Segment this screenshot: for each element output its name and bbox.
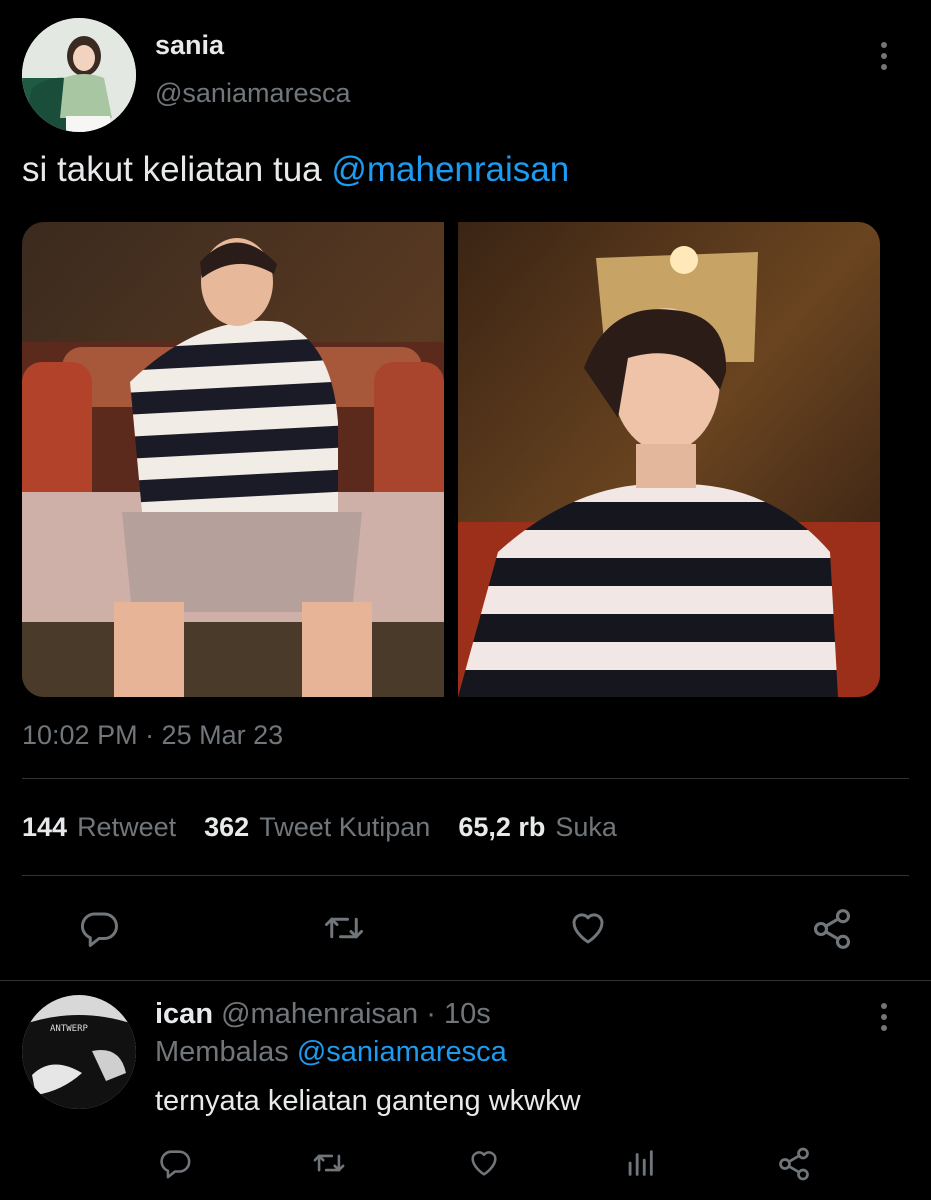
more-options-icon[interactable] — [869, 36, 899, 76]
reply-author-avatar[interactable]: ANTWERP — [22, 995, 136, 1109]
divider — [22, 778, 909, 779]
like-icon[interactable] — [566, 907, 610, 949]
tweet-media — [22, 222, 880, 697]
tweet-detail-page: sania @saniamaresca si takut keliatan tu… — [0, 0, 931, 1200]
stat-label: Retweet — [77, 812, 177, 842]
reply-header: ican @mahenraisan · 10s — [155, 998, 491, 1031]
reply-avatar-shirt-text: ANTWERP — [50, 1024, 89, 1034]
stat-count: 362 — [204, 812, 250, 842]
replying-prefix: Membalas — [155, 1036, 297, 1068]
tweet-timestamp[interactable]: 10:02 PM · 25 Mar 23 — [22, 720, 283, 751]
tweet-photo-1[interactable] — [22, 222, 444, 697]
author-handle[interactable]: @saniamaresca — [155, 78, 351, 109]
quote-tweet-count[interactable]: 362 Tweet Kutipan — [204, 812, 430, 843]
stat-count: 65,2 rb — [458, 812, 546, 842]
reply-icon[interactable] — [158, 1146, 192, 1180]
reply-author-handle[interactable]: @mahenraisan — [221, 998, 418, 1030]
author-name[interactable]: sania — [155, 30, 224, 61]
author-avatar[interactable] — [22, 18, 136, 132]
tweet-text: si takut keliatan tua @mahenraisan — [22, 150, 569, 190]
reply-author-name[interactable]: ican — [155, 998, 213, 1030]
share-icon[interactable] — [776, 1146, 812, 1182]
separator-dot: · — [418, 998, 444, 1030]
divider — [0, 980, 931, 981]
like-icon[interactable] — [466, 1146, 502, 1180]
reply-text: ternyata keliatan ganteng wkwkw — [155, 1085, 581, 1117]
reply-time[interactable]: 10s — [444, 998, 491, 1030]
like-count[interactable]: 65,2 rb Suka — [458, 812, 617, 843]
replying-to: Membalas @saniamaresca — [155, 1036, 507, 1069]
stat-label: Suka — [555, 812, 617, 842]
tweet-text-body: si takut keliatan tua — [22, 150, 332, 189]
divider — [22, 875, 909, 876]
tweet-photo-2[interactable] — [458, 222, 880, 697]
retweet-icon[interactable] — [311, 1146, 347, 1180]
tweet-mention-link[interactable]: @mahenraisan — [331, 150, 569, 189]
reply-icon[interactable] — [78, 907, 120, 949]
retweet-icon[interactable] — [322, 907, 366, 949]
tweet-stats: 144 Retweet 362 Tweet Kutipan 65,2 rb Suka — [22, 812, 617, 843]
share-icon[interactable] — [810, 907, 854, 951]
analytics-icon[interactable] — [623, 1146, 657, 1180]
stat-label: Tweet Kutipan — [259, 812, 431, 842]
stat-count: 144 — [22, 812, 68, 842]
retweet-count[interactable]: 144 Retweet — [22, 812, 176, 843]
replying-to-link[interactable]: @saniamaresca — [297, 1036, 507, 1068]
more-options-icon[interactable] — [869, 997, 899, 1037]
